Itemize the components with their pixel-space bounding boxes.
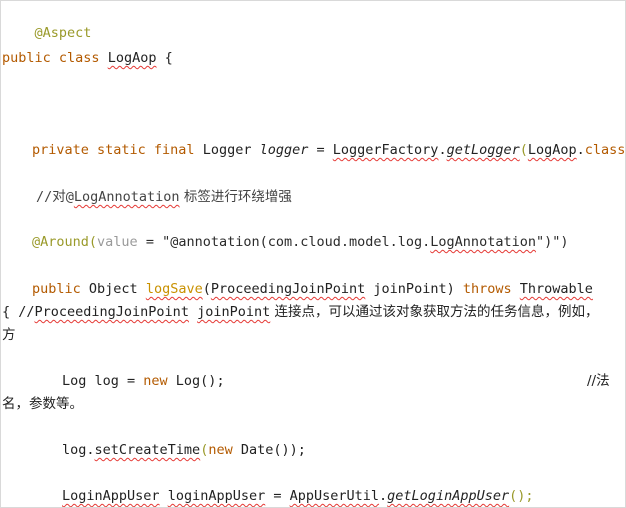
annotation-name: LogAnnotation (430, 234, 536, 250)
code-line-9: Log log = new Log(); (62, 371, 225, 391)
comment-cjk: 连接点，可以通过该对象获取方法的任务信息，例如， (270, 304, 599, 320)
assign: = (308, 142, 333, 158)
code-line-11: log.setCreateTime(new Date()); (62, 440, 306, 460)
dot2: . (576, 142, 585, 158)
log-decl: Log log = (62, 373, 144, 389)
trailing-comment: //法 (587, 373, 610, 389)
code-line-3: private static final Logger logger = Log… (32, 140, 626, 160)
code-line-9-comment: //法 (587, 371, 610, 391)
wrap-char: 方 (2, 327, 16, 343)
set-create-time-method: setCreateTime (94, 442, 201, 458)
get-logger-method: getLogger (446, 142, 520, 158)
code-line-10: 名，参数等。 (2, 394, 83, 414)
code-line-8: 方 (2, 325, 16, 345)
annotation-string: = "@annotation(com.cloud.model.log. (137, 234, 431, 250)
log-save-method: logSave (145, 281, 203, 297)
pjp-type: ProceedingJoinPoint (210, 281, 366, 297)
string-end: ")") (535, 234, 569, 250)
paren: ( (88, 234, 98, 250)
get-login-app-user-method: getLoginAppUser (387, 488, 510, 504)
login-app-user-var: loginAppUser (167, 488, 266, 504)
code-editor[interactable]: @Aspect public class LogAop { private st… (0, 0, 626, 508)
logaop-arg: LogAop (527, 142, 577, 158)
logger-factory: LoggerFactory (332, 142, 439, 158)
comment-pjp: ProceedingJoinPoint (34, 304, 189, 320)
comment-annotation: LogAnnotation (73, 189, 180, 205)
throws-keyword: throws (462, 281, 512, 297)
paren: ( (202, 281, 211, 297)
code-line-7: { //ProceedingJoinPoint joinPoint 连接点，可以… (2, 302, 599, 322)
wrap-text: 名，参数等。 (2, 396, 83, 412)
log-ctor: Log(); (167, 373, 225, 389)
dot: . (379, 488, 388, 504)
login-app-user-type: LoginAppUser (62, 488, 160, 504)
code-line-6: public Object logSave(ProceedingJoinPoin… (32, 279, 593, 299)
logger-type: Logger (194, 142, 260, 158)
brace: { (156, 50, 173, 66)
comment-join-point: joinPoint (197, 304, 271, 320)
logger-var: logger (259, 142, 309, 158)
paren: ( (519, 142, 528, 158)
keyword-class: class (58, 50, 100, 66)
around-annotation: @Around (32, 234, 89, 250)
modifiers: private static final (32, 142, 195, 158)
code-line-1: @Aspect (2, 3, 92, 41)
keyword-public: public (2, 50, 51, 66)
app-user-util: AppUserUtil (289, 488, 380, 504)
assign: = (265, 488, 290, 504)
class-keyword: class (584, 142, 626, 158)
call-end: (); (509, 488, 534, 504)
code-line-12: LoginAppUser loginAppUser = AppUserUtil.… (62, 486, 533, 506)
log-obj: log. (62, 442, 95, 458)
object-type: Object (80, 281, 146, 297)
keyword-public: public (32, 281, 81, 297)
comment-text: 标签进行环绕增强 (179, 189, 292, 205)
date-ctor: Date()); (232, 442, 306, 458)
code-line-4: //对@LogAnnotation 标签进行环绕增强 (36, 187, 292, 207)
code-line-5: @Around(value = "@annotation(com.cloud.m… (32, 232, 568, 252)
dot: . (438, 142, 447, 158)
new-keyword: new (143, 373, 168, 389)
new-keyword: new (208, 442, 233, 458)
comment-prefix: //对@ (36, 189, 74, 205)
class-name: LogAop (107, 50, 157, 66)
brace-comment: { // (2, 304, 35, 320)
code-line-2: public class LogAop { (2, 48, 173, 68)
throwable-type: Throwable (519, 281, 593, 297)
aspect-annotation: @Aspect (34, 25, 92, 41)
join-point-param: joinPoint (365, 281, 447, 297)
value-param: value (97, 234, 138, 250)
paren-close: ) (446, 281, 463, 297)
